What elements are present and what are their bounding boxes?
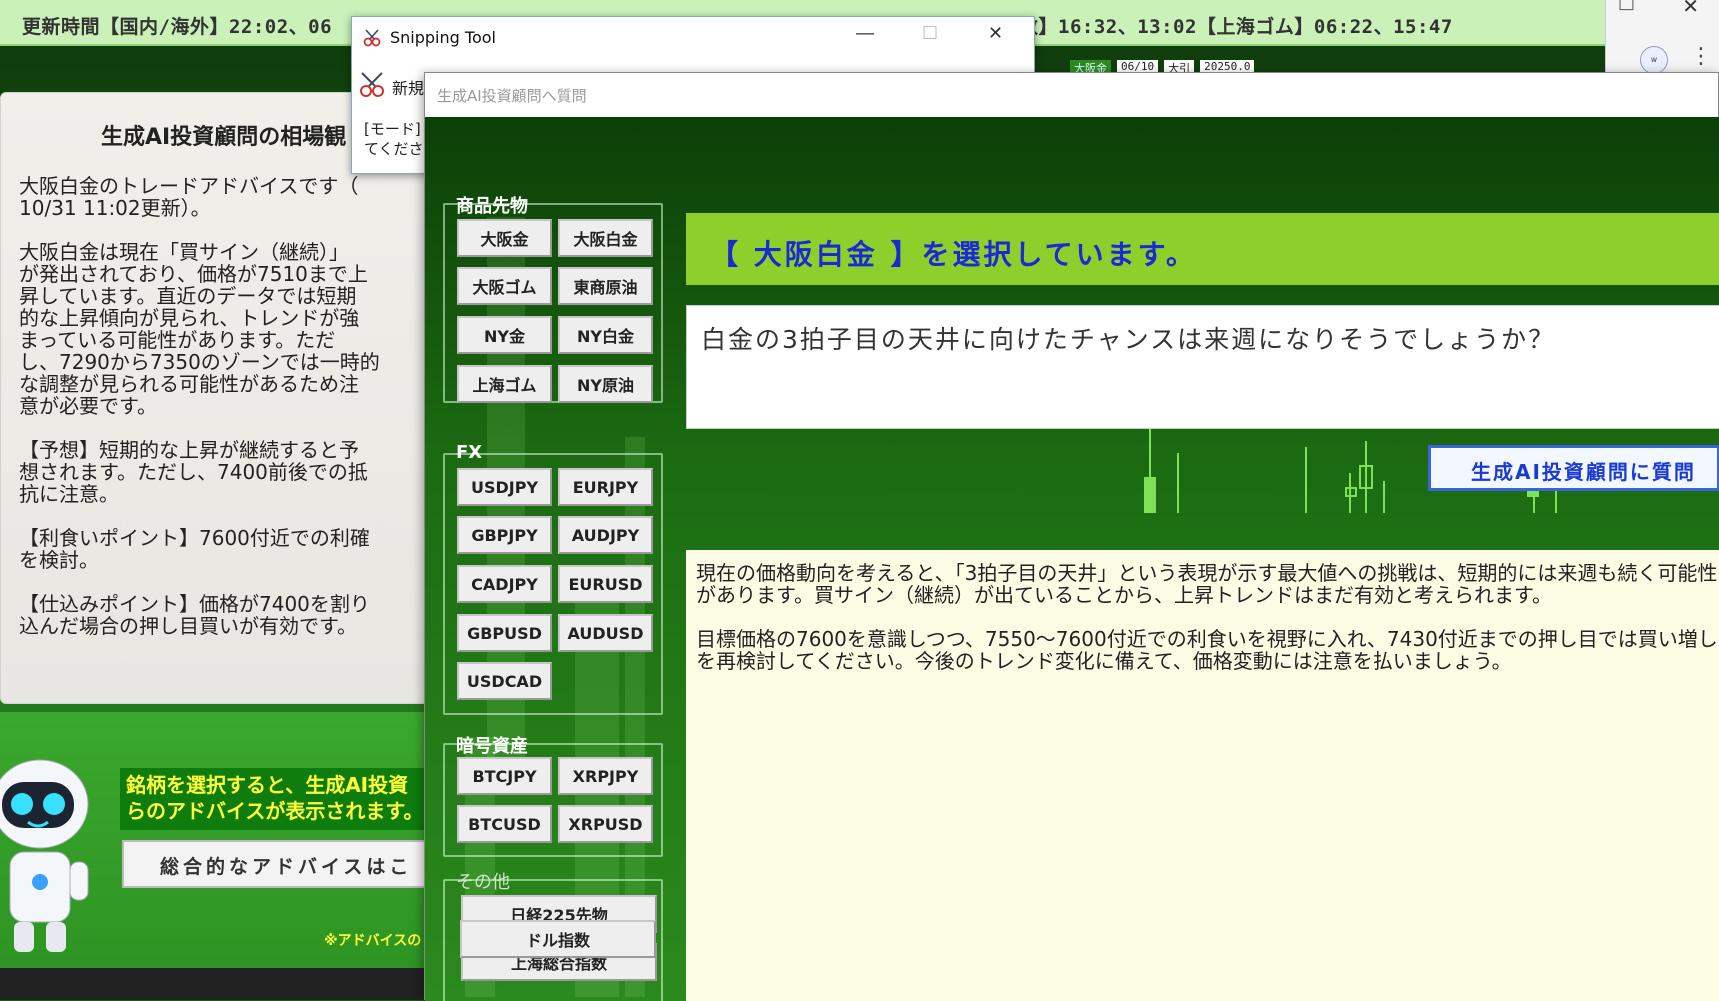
browser-minimize-button[interactable]: □ (1618, 0, 1635, 13)
advice-paragraph: 【予想】短期的な上昇が継続すると予 想されます。ただし、7400前後での抵 抗に… (19, 438, 368, 506)
symbol-button-gbpjpy[interactable]: GBPJPY (457, 516, 552, 554)
snipping-tool-titlebar[interactable]: Snipping Tool ― ☐ ✕ (352, 17, 1034, 57)
symbol-button-eurusd[interactable]: EURUSD (558, 565, 653, 603)
symbol-button-xrpusd[interactable]: XRPUSD (558, 805, 653, 843)
maximize-icon[interactable]: ☐ (922, 23, 938, 44)
symbol-button-ny-gold[interactable]: NY金 (457, 316, 552, 354)
robot-hint-text: 銘柄を選択すると、生成AI投資 らのアドバイスが表示されます。 (126, 773, 424, 823)
symbol-button-shanghai-rubber[interactable]: 上海ゴム (457, 365, 552, 403)
robot-assistant-zone: 銘柄を選択すると、生成AI投資 らのアドバイスが表示されます。 総合的なアドバイ… (0, 712, 430, 970)
selection-text: 【 大阪白金 】を選択しています。 (710, 238, 1197, 271)
symbol-button-ny-crude[interactable]: NY原油 (558, 365, 653, 403)
taskbar-strip (0, 968, 430, 1000)
symbol-button-usdcad[interactable]: USDCAD (457, 662, 552, 700)
browser-menu-icon[interactable]: ⋮ (1690, 44, 1712, 69)
ask-advisor-button[interactable]: 生成AI投資顧問に質問 (1428, 445, 1719, 491)
ai-advisor-dialog: 生成AI投資顧問へ質問 商品先物 大阪金 大阪白金 大阪ゴム 東商原油 NY金 … (424, 72, 1719, 1001)
symbol-button-osaka-platinum[interactable]: 大阪白金 (558, 219, 653, 257)
symbol-button-dollar-index[interactable]: ドル指数 (460, 920, 656, 958)
symbol-button-audjpy[interactable]: AUDJPY (558, 516, 653, 554)
decor-candle (1359, 465, 1373, 489)
decor-candle (1144, 477, 1156, 513)
advice-title: 生成AI投資顧問の相場観 (101, 125, 347, 150)
update-time-right: 合指数】16:32、13:02【上海ゴム】06:22、15:47 (980, 16, 1453, 38)
question-input[interactable]: 白金の3拍子目の天井に向けたチャンスは来週になりそうでしょうか？ (686, 305, 1719, 429)
symbol-button-gbpusd[interactable]: GBPUSD (457, 614, 552, 652)
dialog-body: 商品先物 大阪金 大阪白金 大阪ゴム 東商原油 NY金 NY白金 上海ゴム NY… (425, 117, 1719, 1001)
symbol-button-tocom-crude[interactable]: 東商原油 (558, 267, 653, 305)
dialog-title: 生成AI投資顧問へ質問 (437, 87, 587, 105)
minimize-icon[interactable]: ― (856, 23, 874, 44)
advice-panel: 生成AI投資顧問の相場観 大阪白金のトレードアドバイスです（ 10/31 11:… (0, 92, 430, 704)
other-group-label: その他 (456, 872, 510, 893)
advice-paragraph: 大阪白金のトレードアドバイスです（ 10/31 11:02更新）。 (19, 174, 359, 220)
answer-paragraph: 目標価格の7600を意識しつつ、7550〜7600付近での利食いを視野に入れ、7… (696, 627, 1718, 673)
answer-paragraph: 現在の価格動向を考えると、「3拍子目の天井」という表現が示す最大値への挑戦は、短… (696, 561, 1718, 607)
commodities-group-label: 商品先物 (456, 196, 528, 217)
symbol-button-ny-platinum[interactable]: NY白金 (558, 316, 653, 354)
advice-footnote: ※アドバイスの (324, 933, 422, 949)
symbol-button-usdjpy[interactable]: USDJPY (457, 468, 552, 506)
advice-paragraph: 【利食いポイント】7600付近での利確 を検討。 (19, 526, 370, 572)
symbol-button-cadjpy[interactable]: CADJPY (457, 565, 552, 603)
close-icon[interactable]: ✕ (988, 23, 1003, 44)
snipping-tool-title: Snipping Tool (390, 28, 496, 47)
profile-avatar[interactable]: W (1640, 46, 1668, 74)
selection-banner: 【 大阪白金 】を選択しています。 (686, 213, 1719, 285)
fx-group-label: FX (456, 442, 483, 463)
scissors-icon (363, 29, 381, 47)
symbol-button-btcusd[interactable]: BTCUSD (457, 805, 552, 843)
overall-advice-button[interactable]: 総合的なアドバイスはこ (122, 840, 430, 888)
symbol-button-eurjpy[interactable]: EURJPY (558, 468, 653, 506)
advice-paragraph: 【仕込みポイント】価格が7400を割り 込んだ場合の押し目買いが有効です。 (19, 592, 370, 638)
decor-candle (1345, 487, 1357, 497)
update-time-left: 更新時間【国内/海外】22:02、06 (22, 16, 333, 38)
symbol-button-osaka-gold[interactable]: 大阪金 (457, 219, 552, 257)
robot-hint-note: 銘柄を選択すると、生成AI投資 らのアドバイスが表示されます。 (120, 768, 430, 830)
robot-mascot-icon (0, 759, 89, 952)
answer-text: 現在の価格動向を考えると、「3拍子目の天井」という表現が示す最大値への挑戦は、短… (696, 562, 1719, 694)
symbol-button-btcjpy[interactable]: BTCJPY (457, 757, 552, 795)
symbol-button-audusd[interactable]: AUDUSD (558, 614, 653, 652)
symbol-button-osaka-rubber[interactable]: 大阪ゴム (457, 267, 552, 305)
advice-paragraph: 大阪白金は現在「買サイン（継続）」 が発出されており、価格が7510まで上 昇し… (19, 240, 380, 418)
decor-candle (1177, 453, 1179, 513)
decor-candle (1383, 481, 1385, 513)
decor-candle (1305, 447, 1307, 513)
answer-area: 現在の価格動向を考えると、「3拍子目の天井」という表現が示す最大値への挑戦は、短… (686, 550, 1719, 1001)
new-snip-button[interactable]: 新規 (392, 75, 424, 99)
symbol-button-xrpjpy[interactable]: XRPJPY (558, 757, 653, 795)
crypto-group-label: 暗号資産 (456, 736, 528, 757)
advice-body: 大阪白金のトレードアドバイスです（ 10/31 11:02更新）。 大阪白金は現… (19, 175, 419, 659)
new-snip-icon[interactable] (356, 69, 388, 101)
browser-close-icon[interactable]: ✕ (1682, 0, 1699, 18)
